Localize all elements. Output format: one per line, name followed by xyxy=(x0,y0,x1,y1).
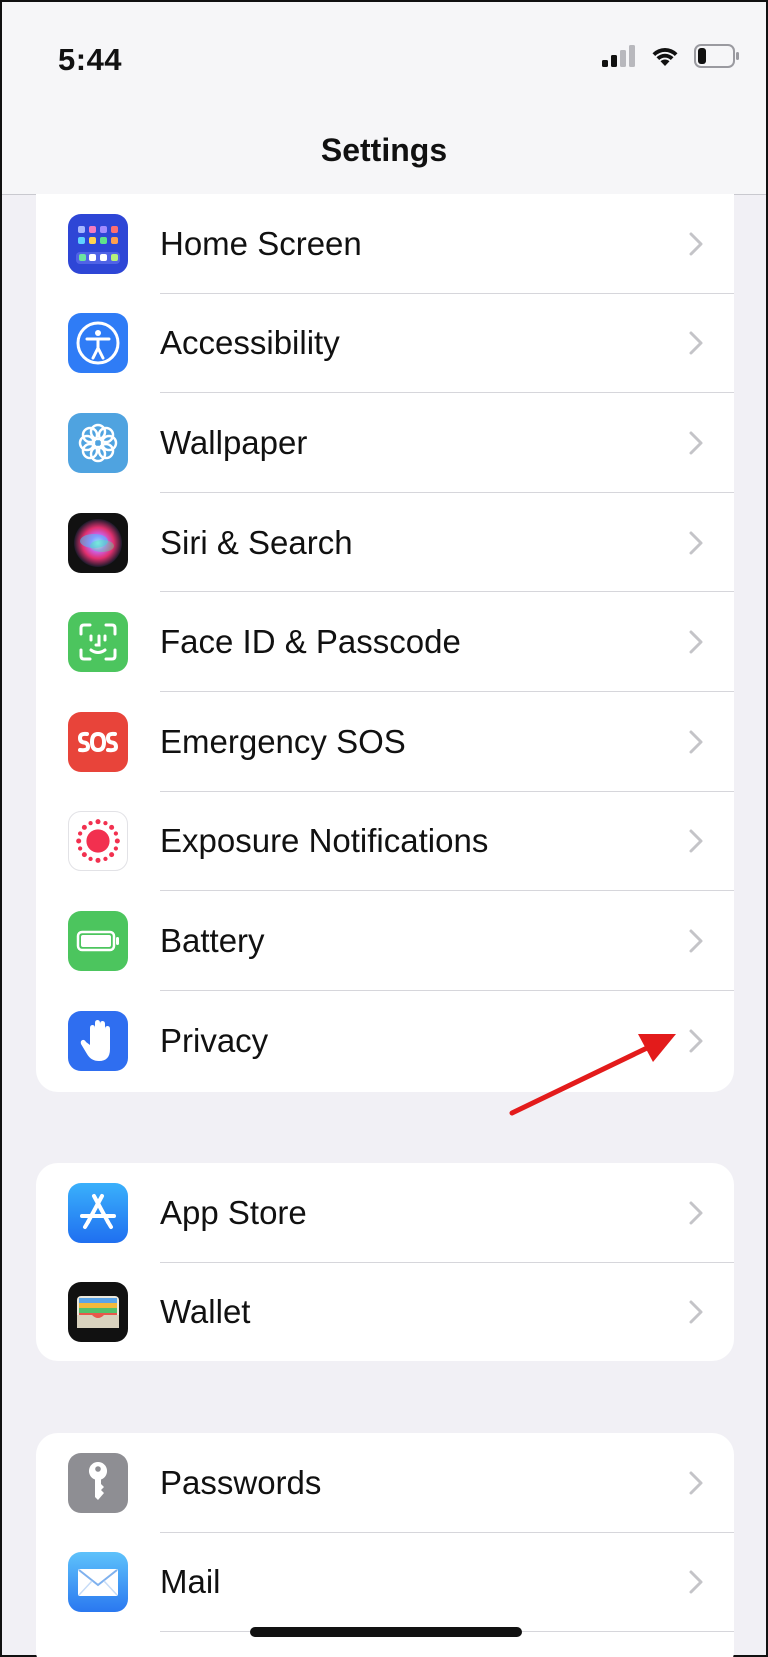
chevron-right-icon xyxy=(689,730,703,754)
settings-row-siri-search[interactable]: Siri & Search xyxy=(36,493,734,593)
battery-status-icon xyxy=(694,44,739,68)
settings-row-label: Passwords xyxy=(160,1463,322,1501)
settings-row-passwords[interactable]: Passwords xyxy=(36,1433,734,1533)
status-icons xyxy=(602,44,740,68)
home-screen-icon xyxy=(68,213,128,274)
settings-row-label: Mail xyxy=(160,1563,221,1601)
sos-icon xyxy=(68,711,128,772)
page-title: Settings xyxy=(320,132,448,168)
settings-group-stores: App Store Wallet xyxy=(36,1163,734,1361)
settings-row-label: Home Screen xyxy=(160,224,362,262)
app-store-icon xyxy=(68,1182,128,1243)
wifi-icon xyxy=(652,48,678,66)
status-time: 5:44 xyxy=(58,42,123,77)
wallpaper-icon xyxy=(68,412,128,473)
chevron-right-icon xyxy=(689,929,703,953)
settings-row-accessibility[interactable]: Accessibility xyxy=(36,294,734,394)
settings-row-label: Face ID & Passcode xyxy=(160,623,461,661)
chevron-right-icon xyxy=(689,431,703,455)
chevron-right-icon xyxy=(689,630,703,654)
wallet-icon xyxy=(68,1282,128,1343)
status-bar: 5:44 xyxy=(2,2,766,122)
settings-row-label: Exposure Notifications xyxy=(160,822,489,860)
exposure-icon xyxy=(68,811,128,872)
settings-row-label: Battery xyxy=(160,921,265,959)
key-icon xyxy=(68,1452,128,1513)
chevron-right-icon xyxy=(689,1300,703,1324)
settings-group-general: Home Screen Accessibility Wallpaper Siri… xyxy=(36,194,734,1092)
settings-row-label: Emergency SOS xyxy=(160,722,406,760)
chevron-right-icon xyxy=(689,531,703,555)
face-id-icon xyxy=(68,612,128,673)
home-indicator[interactable] xyxy=(250,1627,522,1637)
settings-row-face-id-passcode[interactable]: Face ID & Passcode xyxy=(36,592,734,692)
settings-row-exposure-notifications[interactable]: Exposure Notifications xyxy=(36,792,734,892)
settings-row-label: Wallet xyxy=(160,1293,251,1331)
settings-row-label: Accessibility xyxy=(160,324,340,362)
privacy-hand-icon xyxy=(68,1010,128,1071)
settings-row-home-screen[interactable]: Home Screen xyxy=(36,194,734,294)
chevron-right-icon xyxy=(689,829,703,853)
settings-row-wallet[interactable]: Wallet xyxy=(36,1263,734,1361)
settings-row-label: Privacy xyxy=(160,1021,269,1059)
accessibility-icon xyxy=(68,313,128,374)
settings-row-label: Siri & Search xyxy=(160,523,353,561)
settings-row-label: Wallpaper xyxy=(160,423,308,461)
chevron-right-icon xyxy=(689,1570,703,1594)
siri-icon xyxy=(68,512,128,573)
settings-row-label: App Store xyxy=(160,1193,307,1231)
settings-row-emergency-sos[interactable]: Emergency SOS xyxy=(36,692,734,792)
chevron-right-icon xyxy=(689,1029,703,1053)
settings-row-app-store[interactable]: App Store xyxy=(36,1163,734,1263)
settings-row-mail[interactable]: Mail xyxy=(36,1533,734,1633)
chevron-right-icon xyxy=(689,331,703,355)
settings-row-wallpaper[interactable]: Wallpaper xyxy=(36,393,734,493)
battery-icon xyxy=(68,910,128,971)
settings-row-privacy[interactable]: Privacy xyxy=(36,991,734,1091)
chevron-right-icon xyxy=(689,1201,703,1225)
cellular-signal-icon xyxy=(602,45,635,67)
chevron-right-icon xyxy=(689,232,703,256)
mail-icon xyxy=(68,1552,128,1613)
settings-group-accounts: Passwords Mail xyxy=(36,1433,734,1657)
chevron-right-icon xyxy=(689,1471,703,1495)
navigation-bar: Settings xyxy=(2,122,766,195)
settings-row-battery[interactable]: Battery xyxy=(36,891,734,991)
